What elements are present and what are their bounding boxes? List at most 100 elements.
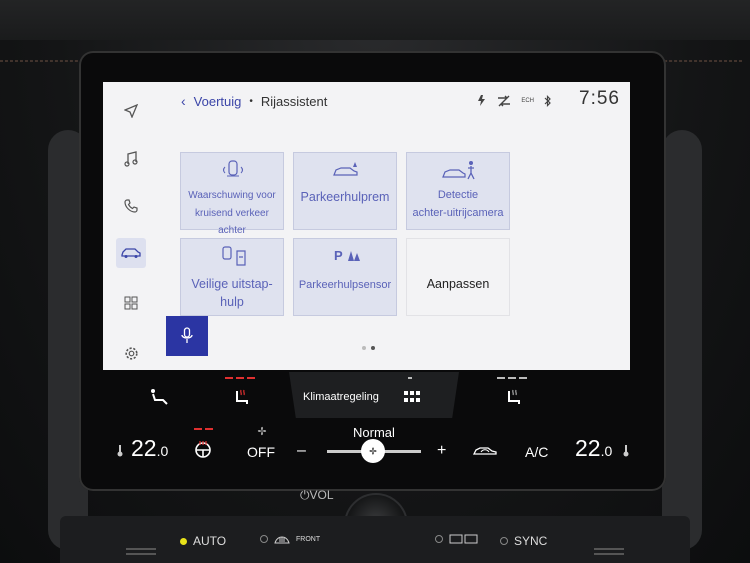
- climate-tab-label[interactable]: Klimaatregeling: [303, 391, 379, 403]
- infotainment-screen: ‹ Voertuig • Rijassistent ECH 7:56 Waars…: [103, 82, 630, 370]
- tile-parking-sensor[interactable]: P Parkeerhulpsensor: [293, 238, 397, 316]
- grid-icon: [124, 296, 138, 310]
- ac-button[interactable]: A/C: [525, 444, 548, 460]
- heat-level-indicator: [225, 377, 255, 379]
- menu-grid-button[interactable]: [404, 390, 420, 408]
- climate-tabs: Klimaatregeling: [103, 372, 630, 418]
- breadcrumb: ‹ Voertuig • Rijassistent: [181, 93, 327, 109]
- tile-rear-camera-detection[interactable]: Detectie achter-uitrijcamera: [406, 152, 510, 230]
- vent-grille-left: [126, 548, 156, 558]
- bluetooth-icon: [544, 94, 552, 107]
- rear-cross-traffic-icon: [222, 160, 244, 177]
- ech-icon: ECH: [521, 97, 534, 104]
- connectivity-off-icon: [497, 95, 511, 107]
- tile-label: Detectie: [437, 189, 479, 201]
- seat-recline-icon: [151, 389, 168, 405]
- front-label: FRONT: [296, 535, 321, 543]
- tile-label: hulp: [220, 295, 244, 309]
- parking-sensor-icon: P: [334, 248, 360, 263]
- phone-icon: [124, 199, 138, 213]
- wireless-charge-icon: [476, 94, 487, 107]
- right-temp-value: 22: [575, 435, 601, 461]
- power-volume-label: ⏻VOL: [300, 488, 334, 503]
- grid-dots-icon: [404, 391, 420, 402]
- rear-defrost-icon: [449, 534, 478, 544]
- climate-bar: Klimaatregeling 22.0 OFF – Normal + A/C …: [103, 372, 630, 484]
- right-temperature[interactable]: 22.0: [575, 435, 612, 462]
- steering-wheel-heat-icon: [195, 441, 211, 458]
- dashboard-top: [0, 0, 750, 40]
- front-defrost-icon: [274, 536, 290, 544]
- breadcrumb-current: Rijassistent: [260, 93, 328, 109]
- right-trim-pad: [662, 130, 702, 550]
- tile-label: achter-uitrijcamera: [412, 207, 504, 219]
- voice-assistant-button[interactable]: [166, 316, 208, 356]
- left-temperature[interactable]: 22.0: [131, 435, 168, 462]
- breadcrumb-separator: •: [249, 95, 253, 107]
- tile-label: kruisend verkeer achter: [195, 208, 269, 236]
- car-icon: [121, 248, 141, 258]
- safe-exit-icon: [222, 246, 246, 266]
- fan-increase-button[interactable]: +: [437, 442, 446, 460]
- navigation-arrow-icon: [124, 104, 138, 118]
- level-indicator: [408, 377, 412, 379]
- sidebar-item-apps[interactable]: [116, 288, 146, 318]
- right-seat-heater-button[interactable]: [505, 388, 523, 411]
- left-thermometer-icon: [117, 444, 123, 462]
- air-recirculation-icon: [472, 447, 497, 455]
- page-dot-active: [371, 346, 375, 350]
- recirculation-button[interactable]: [472, 444, 497, 462]
- sidebar-item-vehicle[interactable]: [116, 238, 146, 268]
- auto-label: AUTO: [193, 534, 227, 548]
- status-icons: ECH: [476, 94, 552, 107]
- sidebar-item-phone[interactable]: [116, 191, 146, 221]
- fan-mode-label: Normal: [353, 425, 395, 440]
- fan-decrease-button[interactable]: –: [297, 442, 306, 460]
- sync-label: SYNC: [514, 534, 548, 548]
- sync-led: [500, 537, 508, 545]
- tile-parking-brake[interactable]: Parkeerhulprem: [293, 152, 397, 230]
- steering-heat-indicator: [194, 428, 213, 430]
- sidebar-item-settings[interactable]: [116, 338, 146, 368]
- fan-speed-knob[interactable]: [361, 439, 385, 463]
- music-note-icon: [124, 151, 138, 167]
- left-temp-decimal: .0: [156, 443, 169, 459]
- tile-label: Waarschuwing voor: [188, 190, 276, 201]
- right-thermometer-icon: [623, 444, 629, 462]
- tile-label: Parkeerhulprem: [300, 190, 390, 204]
- right-heat-level-indicator: [497, 377, 527, 379]
- front-defrost-button[interactable]: FRONT: [260, 534, 320, 544]
- sidebar-item-music[interactable]: [116, 144, 146, 174]
- auto-led: [180, 537, 187, 545]
- power-icon: ⏻: [300, 488, 310, 502]
- steering-heater-button[interactable]: [194, 440, 212, 463]
- tile-label: Veilige uitstap-: [191, 277, 273, 291]
- clock: 7:56: [579, 88, 620, 109]
- tile-rear-cross-traffic[interactable]: Waarschuwing voor kruisend verkeer achte…: [180, 152, 284, 236]
- seat-position-button[interactable]: [149, 388, 169, 411]
- top-bar: ‹ Voertuig • Rijassistent ECH 7:56: [103, 82, 630, 122]
- tile-label: Aanpassen: [426, 277, 490, 291]
- seat-heat-icon: [236, 389, 248, 404]
- left-seat-heater-button[interactable]: [233, 388, 251, 411]
- sync-button[interactable]: SYNC: [500, 534, 547, 548]
- rear-defrost-led: [435, 535, 443, 543]
- page-dot: [362, 346, 366, 350]
- breadcrumb-parent[interactable]: Voertuig: [194, 94, 242, 109]
- fan-icon: [369, 447, 377, 455]
- tile-safe-exit-assist[interactable]: Veilige uitstap- hulp: [180, 238, 284, 316]
- auto-button[interactable]: AUTO: [180, 534, 226, 548]
- page-indicator: [362, 346, 375, 350]
- svg-text:P: P: [334, 248, 343, 263]
- rear-defrost-button[interactable]: [435, 534, 479, 544]
- parking-brake-car-icon: [333, 162, 358, 176]
- sidebar-item-navigation[interactable]: [116, 96, 146, 126]
- tile-customize[interactable]: Aanpassen: [406, 238, 510, 316]
- back-button[interactable]: ‹: [181, 93, 186, 109]
- vent-grille-right: [594, 548, 624, 558]
- tile-label: Parkeerhulpsensor: [298, 279, 392, 291]
- defrost-led: [260, 535, 268, 543]
- left-temp-value: 22: [131, 435, 157, 461]
- fan-off-button[interactable]: OFF: [247, 444, 275, 460]
- gear-icon: [124, 346, 138, 360]
